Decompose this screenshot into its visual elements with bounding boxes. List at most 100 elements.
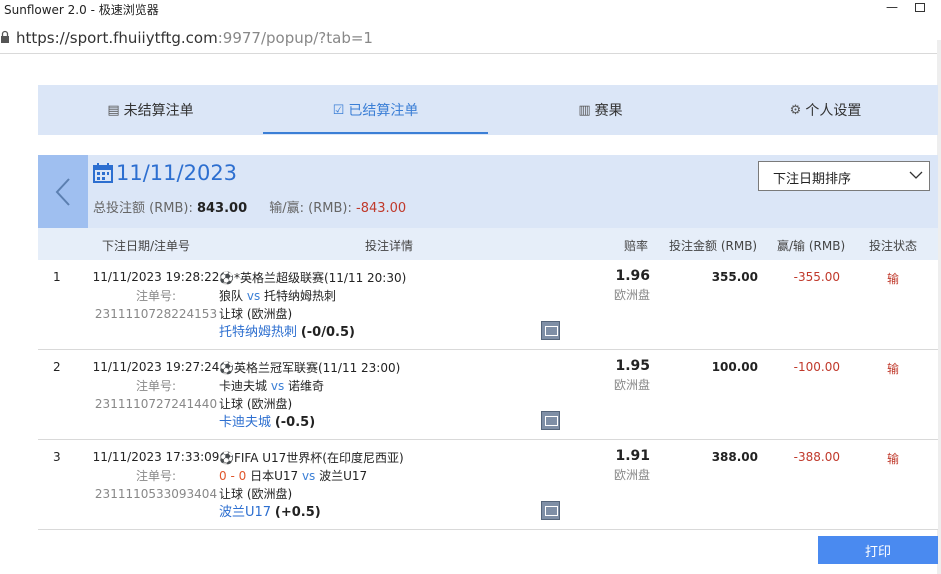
bet-stake: 100.00 [711,360,758,374]
odds-type: 欧洲盘 [613,378,650,392]
ticket-number: 2311110728224153 [94,307,218,321]
odds-value: 1.95 [615,358,650,374]
tab-settings[interactable]: ⚙ 个人设置 [713,85,938,135]
bet-odds: 1.95 欧洲盘 [598,358,650,393]
bet-stake: 355.00 [711,270,758,284]
calendar-icon [93,163,113,183]
chevron-left-icon [55,177,70,206]
odds-value: 1.91 [615,448,650,464]
bet-handicap: (+0.5) [274,505,321,520]
match-score: 0 - 0 [219,469,247,483]
col-status: 投注状态 [869,239,918,253]
list-icon: ▤ [107,102,120,118]
url-host: https://sport.fhuiiytftg.com [16,29,218,47]
bet-status: 输 [886,362,899,376]
back-button[interactable] [38,155,88,228]
print-button[interactable]: 打印 [818,536,938,564]
minimize-button[interactable]: — [886,0,898,14]
row-index: 2 [53,360,61,374]
gear-icon: ⚙ [789,102,802,118]
tab-unsettled[interactable]: ▤ 未结算注单 [38,85,263,135]
address-bar[interactable]: https://sport.fhuiiytftg.com:9977/popup/… [0,22,941,54]
checked-list-icon: ☑ [332,102,345,118]
sort-select-value: 下注日期排序 [773,172,852,187]
league-name: FIFA U17世界杯(在印度尼西亚) [233,451,404,465]
col-winloss: 赢/输 (RMB) [777,239,846,253]
tv-icon[interactable] [541,411,560,430]
soccer-ball-icon: ⚽ [219,271,234,285]
vs-label: vs [270,379,285,393]
market-type: 让球 (欧洲盘) [219,397,293,411]
away-team: 托特纳姆热刺 [264,289,337,303]
away-team: 波兰U17 [319,469,368,483]
ticket-number: 2311110533093404 [94,487,218,501]
table-header: 下注日期/注单号 投注详情 赔率 投注金额 (RMB) 赢/输 (RMB) 投注… [38,228,938,260]
bet-handicap: (-0/0.5) [300,325,355,340]
row-date-ticket: 11/11/2023 17:33:09 注单号: 231111053309340… [86,450,226,501]
col-date: 下注日期/注单号 [102,239,191,253]
url-text[interactable]: https://sport.fhuiiytftg.com:9977/popup/… [16,29,373,47]
tab-unsettled-label: 未结算注单 [123,103,194,119]
bet-detail: ⚽FIFA U17世界杯(在印度尼西亚) 0 - 0 日本U17 vs 波兰U1… [219,449,404,522]
away-team: 诺维奇 [288,379,325,393]
table-row: 3 11/11/2023 17:33:09 注单号: 2311110533093… [38,440,938,530]
window-titlebar: Sunflower 2.0 - 极速浏览器 — [0,0,941,20]
home-team: 狼队 [219,289,244,303]
sort-select[interactable]: 下注日期排序 [758,161,930,191]
soccer-ball-icon: ⚽ [219,361,234,375]
row-index: 1 [53,270,61,284]
league-name: 英格兰冠军联赛(11/11 23:00) [233,361,401,375]
tv-icon[interactable] [541,501,560,520]
table-row: 2 11/11/2023 19:27:24 注单号: 2311110727241… [38,350,938,440]
bet-datetime: 11/11/2023 17:33:09 [92,450,220,464]
odds-type: 欧洲盘 [613,468,650,482]
tab-settled[interactable]: ☑ 已结算注单 [263,85,488,135]
league-name: *英格兰超级联赛(11/11 20:30) [233,271,407,285]
total-stake-label: 总投注额 (RMB): [93,201,193,216]
bet-odds: 1.91 欧洲盘 [598,448,650,483]
ticket-label: 注单号: [135,379,177,393]
ticket-label: 注单号: [135,289,177,303]
tv-icon[interactable] [541,321,560,340]
selected-date: 11/11/2023 [93,161,237,185]
soccer-ball-icon: ⚽ [219,451,234,465]
bet-datetime: 11/11/2023 19:27:24 [92,360,220,374]
maximize-button[interactable] [915,3,925,12]
totals-summary: 总投注额 (RMB): 843.00 输/赢: (RMB): -843.00 [93,197,406,216]
tab-bar: ▤ 未结算注单 ☑ 已结算注单 ▥ 赛果 ⚙ 个人设置 [38,85,938,135]
bet-handicap: (-0.5) [274,415,316,430]
chevron-down-icon [909,171,923,179]
home-team: 卡迪夫城 [219,379,268,393]
home-team: 日本U17 [250,469,299,483]
row-index: 3 [53,450,61,464]
total-stake-value: 843.00 [196,201,248,216]
url-path: :9977/popup/?tab=1 [217,29,373,47]
bet-status: 输 [886,452,899,466]
date-text: 11/11/2023 [116,161,238,185]
winloss-value: -843.00 [356,201,407,216]
vs-label: vs [246,289,261,303]
tab-results[interactable]: ▥ 赛果 [488,85,713,135]
odds-value: 1.96 [615,268,650,284]
bet-status: 输 [886,272,899,286]
col-detail: 投注详情 [365,239,414,253]
tab-settled-label: 已结算注单 [348,103,419,119]
bet-datetime: 11/11/2023 19:28:22 [92,270,220,284]
col-stake: 投注金额 (RMB) [669,239,758,253]
vs-label: vs [301,469,316,483]
bet-pick: 卡迪夫城 [219,415,272,430]
bet-detail: ⚽*英格兰超级联赛(11/11 20:30) 狼队 vs 托特纳姆热刺 让球 (… [219,269,406,342]
bet-pick: 波兰U17 [219,505,272,520]
market-type: 让球 (欧洲盘) [219,307,293,321]
lock-icon [1,30,9,43]
window-title: Sunflower 2.0 - 极速浏览器 [4,3,159,17]
bet-pick: 托特纳姆热刺 [219,325,298,340]
odds-type: 欧洲盘 [613,288,650,302]
ticket-label: 注单号: [135,469,177,483]
ticket-number: 2311110727241440 [94,397,218,411]
bet-odds: 1.96 欧洲盘 [598,268,650,303]
bet-winloss: -388.00 [793,450,840,464]
row-date-ticket: 11/11/2023 19:28:22 注单号: 231111072822415… [86,270,226,321]
row-date-ticket: 11/11/2023 19:27:24 注单号: 231111072724144… [86,360,226,411]
col-odds: 赔率 [624,239,649,253]
